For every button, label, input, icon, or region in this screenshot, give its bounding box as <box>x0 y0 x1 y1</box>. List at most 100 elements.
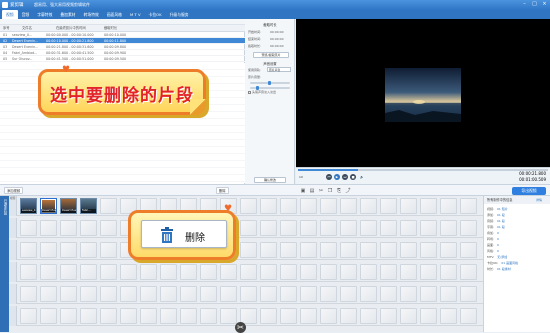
timeline-empty-slot[interactable] <box>260 198 277 214</box>
timeline-empty-slot[interactable] <box>80 308 97 324</box>
play-icon[interactable]: ▶ <box>334 174 340 180</box>
timeline-empty-slot[interactable] <box>140 308 157 324</box>
checkbox-icon[interactable] <box>248 90 251 94</box>
timeline-empty-slot[interactable] <box>240 286 257 302</box>
timeline-empty-slot[interactable] <box>300 242 317 258</box>
timeline-empty-slot[interactable] <box>100 242 117 258</box>
delete-button[interactable]: 删除 <box>216 187 229 194</box>
timeline-empty-slot[interactable] <box>300 286 317 302</box>
timeline-empty-slot[interactable] <box>40 242 57 258</box>
share-icon[interactable]: ⤴ <box>345 188 351 194</box>
timeline-empty-slot[interactable] <box>400 198 417 214</box>
timeline-empty-slot[interactable] <box>400 308 417 324</box>
timeline-empty-slot[interactable] <box>280 220 297 236</box>
timeline-empty-slot[interactable] <box>320 286 337 302</box>
timeline-empty-slot[interactable] <box>340 198 357 214</box>
tab-overlay[interactable]: 叠加素材 <box>56 10 79 19</box>
timeline-empty-slot[interactable] <box>400 220 417 236</box>
tab-mtv[interactable]: M T V <box>126 10 145 19</box>
timeline-empty-slot[interactable] <box>360 286 377 302</box>
timeline-empty-slot[interactable] <box>340 286 357 302</box>
end-value[interactable]: 00:00:00 <box>270 37 283 41</box>
volume-icon[interactable]: 🔈 <box>360 175 364 179</box>
timeline-empty-slot[interactable] <box>400 264 417 280</box>
timeline-empty-slot[interactable] <box>440 264 457 280</box>
timeline-empty-slot[interactable] <box>320 220 337 236</box>
stop-icon[interactable]: ■ <box>350 174 356 180</box>
tab-subtitle-effects[interactable]: 字幕特效 <box>33 10 56 19</box>
timeline-empty-slot[interactable] <box>280 308 297 324</box>
timeline-empty-slot[interactable] <box>360 198 377 214</box>
add-video-button[interactable]: 添加视频 <box>4 187 24 194</box>
timeline-empty-slot[interactable] <box>380 308 397 324</box>
timeline-empty-slot[interactable] <box>80 220 97 236</box>
timeline-empty-slot[interactable] <box>140 286 157 302</box>
timeline-empty-slot[interactable] <box>180 286 197 302</box>
timeline-empty-slot[interactable] <box>440 286 457 302</box>
confirm-button[interactable]: 确认修改 <box>254 177 286 183</box>
duration-value[interactable]: 00:00:00 <box>270 44 283 48</box>
timeline-clip[interactable]: seaview_0... <box>20 198 37 214</box>
timeline-empty-slot[interactable] <box>180 308 197 324</box>
timeline-empty-slot[interactable] <box>280 264 297 280</box>
timeline-empty-slot[interactable] <box>60 286 77 302</box>
timeline-empty-slot[interactable] <box>20 308 37 324</box>
tab-audio[interactable]: 音频 <box>18 10 34 19</box>
next-icon[interactable]: ⏭ <box>342 174 348 180</box>
timeline-empty-slot[interactable] <box>40 286 57 302</box>
timeline-empty-slot[interactable] <box>80 264 97 280</box>
timeline-empty-slot[interactable] <box>100 286 117 302</box>
timeline-empty-slot[interactable] <box>300 308 317 324</box>
timeline-empty-slot[interactable] <box>380 286 397 302</box>
timeline-empty-slot[interactable] <box>20 264 37 280</box>
timeline-empty-slot[interactable] <box>40 308 57 324</box>
timeline-empty-slot[interactable] <box>420 286 437 302</box>
fade-checkbox[interactable]: 头尾声音淡入淡出 <box>248 90 276 94</box>
start-value[interactable]: 00:00:00 <box>270 30 283 34</box>
timeline-empty-slot[interactable] <box>160 264 177 280</box>
speed-indicator[interactable]: 1X <box>299 175 303 179</box>
timeline-empty-slot[interactable] <box>460 198 477 214</box>
folder-icon[interactable]: ▤ <box>309 188 315 194</box>
timeline-empty-slot[interactable] <box>260 286 277 302</box>
table-row[interactable]: 05 Sur Oiscov... 00:00:41.500 - 00:00:51.0… <box>0 56 245 62</box>
timeline-empty-slot[interactable] <box>60 308 77 324</box>
timeline-empty-slot[interactable] <box>300 198 317 214</box>
timeline-empty-slot[interactable] <box>120 264 137 280</box>
playback-progress[interactable] <box>298 169 548 171</box>
timeline-empty-slot[interactable] <box>380 242 397 258</box>
tab-upgrade[interactable]: 升级与服务 <box>166 10 193 19</box>
maximize-icon[interactable]: □ <box>531 1 538 8</box>
timeline-empty-slot[interactable] <box>260 308 277 324</box>
timeline-empty-slot[interactable] <box>60 220 77 236</box>
timeline-empty-slot[interactable] <box>400 286 417 302</box>
voice-select[interactable]: 原片声音 <box>267 67 291 72</box>
paste-icon[interactable]: ⎘ <box>336 188 342 194</box>
timeline-empty-slot[interactable] <box>380 220 397 236</box>
timeline-empty-slot[interactable] <box>80 286 97 302</box>
timeline-empty-slot[interactable] <box>300 220 317 236</box>
timeline-clip[interactable]: Desert Evening <box>60 198 77 214</box>
timeline-empty-slot[interactable] <box>340 308 357 324</box>
minimize-icon[interactable]: – <box>521 1 528 8</box>
timeline-empty-slot[interactable] <box>440 220 457 236</box>
timeline-empty-slot[interactable] <box>240 242 257 258</box>
timeline-empty-slot[interactable] <box>60 242 77 258</box>
timeline-empty-slot[interactable] <box>220 286 237 302</box>
export-video-button[interactable]: 导出视频 <box>512 187 546 195</box>
timeline-empty-slot[interactable] <box>460 308 477 324</box>
timeline-empty-slot[interactable] <box>160 308 177 324</box>
timeline-empty-slot[interactable] <box>100 198 117 214</box>
timeline-empty-slot[interactable] <box>420 198 437 214</box>
timeline-empty-slot[interactable] <box>300 264 317 280</box>
timeline-empty-slot[interactable] <box>240 198 257 214</box>
timeline-empty-slot[interactable] <box>360 264 377 280</box>
timeline-empty-slot[interactable] <box>440 198 457 214</box>
timeline-empty-slot[interactable] <box>200 264 217 280</box>
timeline-empty-slot[interactable] <box>120 308 137 324</box>
timeline-empty-slot[interactable] <box>280 242 297 258</box>
timeline-empty-slot[interactable] <box>420 220 437 236</box>
timeline-empty-slot[interactable] <box>420 242 437 258</box>
timeline-empty-slot[interactable] <box>380 264 397 280</box>
tab-styles[interactable]: 画面风格 <box>103 10 126 19</box>
